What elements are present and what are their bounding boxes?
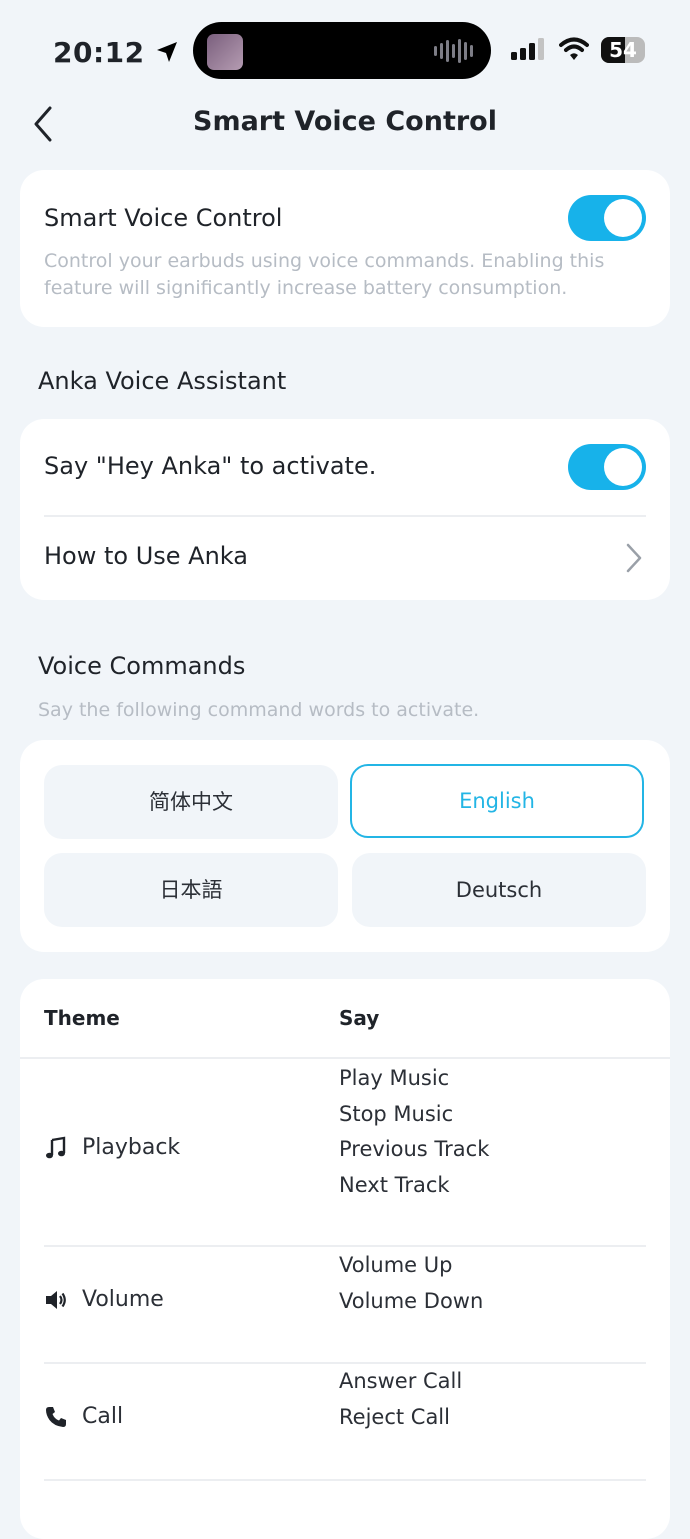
dynamic-island <box>193 22 491 79</box>
language-option-chinese[interactable]: 简体中文 <box>44 765 338 839</box>
assistant-section-title: Anka Voice Assistant <box>38 367 287 395</box>
say-item: Volume Up <box>339 1253 453 1277</box>
theme-cell: Playback <box>44 1135 180 1160</box>
theme-label: Volume <box>82 1287 164 1312</box>
speaker-icon <box>46 1290 66 1309</box>
say-cell: Answer Call Reject Call <box>339 1364 462 1435</box>
say-item: Reject Call <box>339 1404 450 1429</box>
audio-wave-icon <box>434 38 473 64</box>
smart-voice-title: Smart Voice Control <box>44 204 283 232</box>
chevron-right-icon <box>626 543 642 573</box>
language-option-german[interactable]: Deutsch <box>352 853 646 927</box>
cellular-signal-icon <box>511 38 544 60</box>
column-header-theme: Theme <box>44 1006 120 1030</box>
say-item: Answer Call <box>339 1369 463 1393</box>
table-row: Call Answer Call Reject Call <box>20 1364 670 1480</box>
theme-cell: Volume <box>44 1287 164 1312</box>
phone-icon <box>46 1406 66 1427</box>
status-time: 20:12 <box>53 36 179 69</box>
theme-cell: Call <box>44 1404 123 1429</box>
location-arrow-icon <box>156 42 177 62</box>
say-item: Volume Down <box>339 1288 484 1313</box>
smart-voice-toggle[interactable] <box>568 195 646 241</box>
table-row: Playback Play Music Stop Music Previous … <box>20 1059 670 1245</box>
wifi-icon <box>559 37 589 60</box>
assistant-card: Say "Hey Anka" to activate. How to Use A… <box>20 419 670 600</box>
battery-level: 54 <box>609 38 637 62</box>
theme-label: Playback <box>82 1135 181 1160</box>
language-card: 简体中文 English 日本語 Deutsch <box>20 740 670 952</box>
how-to-use-row[interactable]: How to Use Anka <box>20 517 670 600</box>
table-row: Volume Volume Up Volume Down <box>20 1247 670 1363</box>
smart-voice-description: Control your earbuds using voice command… <box>44 250 605 299</box>
theme-label: Call <box>82 1404 124 1429</box>
commands-table: Theme Say Playback Play Music Stop Music… <box>20 979 670 1539</box>
hey-anka-toggle[interactable] <box>568 444 646 490</box>
say-item: Next Track <box>339 1172 450 1197</box>
battery-icon: 54 <box>601 37 645 63</box>
language-option-japanese[interactable]: 日本語 <box>44 853 338 927</box>
language-option-english[interactable]: English <box>350 764 644 838</box>
hey-anka-label: Say "Hey Anka" to activate. <box>44 452 377 480</box>
say-cell: Volume Up Volume Down <box>339 1248 483 1319</box>
commands-subtitle: Say the following command words to activ… <box>38 699 480 721</box>
how-to-use-label: How to Use Anka <box>44 542 248 570</box>
album-art-thumbnail <box>207 34 243 70</box>
say-item: Stop Music <box>339 1101 454 1126</box>
page-title: Smart Voice Control <box>193 106 497 137</box>
row-divider <box>44 1479 646 1481</box>
smart-voice-card: Smart Voice Control Control your earbuds… <box>20 170 670 327</box>
music-note-icon <box>46 1136 66 1158</box>
say-cell: Play Music Stop Music Previous Track Nex… <box>339 1061 489 1203</box>
say-item: Previous Track <box>339 1137 490 1161</box>
column-header-say: Say <box>339 1006 380 1030</box>
commands-section-title: Voice Commands <box>38 652 246 680</box>
say-item: Play Music <box>339 1066 450 1090</box>
